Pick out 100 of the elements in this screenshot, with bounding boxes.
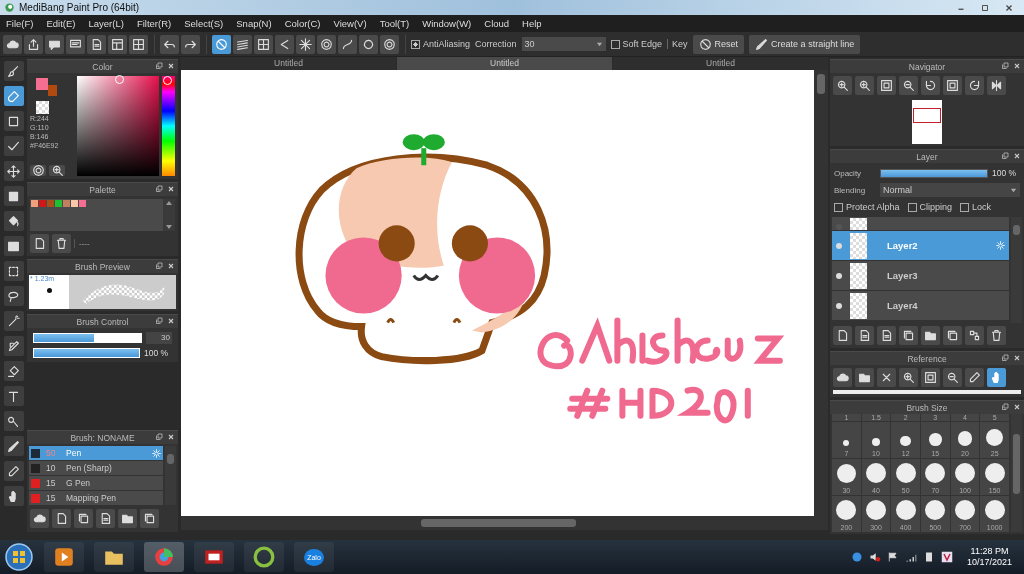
layer-item[interactable]: Layer4 xyxy=(832,291,1009,320)
paint-bucket-button[interactable] xyxy=(3,211,24,231)
magnifier-button[interactable] xyxy=(49,165,65,176)
popout-icon[interactable] xyxy=(1001,354,1009,362)
grid-button[interactable] xyxy=(129,34,148,54)
visibility-dot[interactable] xyxy=(836,272,842,279)
move-button[interactable] xyxy=(3,161,24,181)
zoom-out-button[interactable] xyxy=(899,76,918,95)
clock[interactable]: 11:28 PM 10/17/2021 xyxy=(958,546,1020,568)
popout-icon[interactable] xyxy=(155,62,163,70)
scrollbar[interactable] xyxy=(1011,217,1022,323)
visibility-dot[interactable] xyxy=(836,302,842,309)
page-button[interactable] xyxy=(87,34,106,54)
palette-swatch[interactable] xyxy=(47,200,54,207)
canvas[interactable] xyxy=(181,70,814,516)
merge-button[interactable] xyxy=(965,326,984,345)
eyedropper-button[interactable] xyxy=(3,461,24,481)
menu-item[interactable]: Select(S) xyxy=(184,18,224,29)
slash-circle-button[interactable] xyxy=(212,34,231,54)
checkbox[interactable] xyxy=(907,202,917,212)
layer-item[interactable]: Layer3 xyxy=(832,261,1009,290)
eraser-button[interactable] xyxy=(3,86,24,106)
magic-wand-button[interactable] xyxy=(3,311,24,331)
menu-item[interactable]: Color(C) xyxy=(284,18,321,29)
copy-button[interactable] xyxy=(943,326,962,345)
background-color-swatch[interactable] xyxy=(48,85,57,96)
document-tab[interactable]: Untitled xyxy=(613,57,828,70)
cloud-button[interactable] xyxy=(30,509,49,528)
rotate-left-button[interactable] xyxy=(921,76,940,95)
grid-button[interactable] xyxy=(254,34,273,54)
folder-button[interactable] xyxy=(855,368,874,387)
reset-button[interactable]: Reset xyxy=(692,34,745,54)
start-orb-icon[interactable] xyxy=(4,542,34,572)
brush-size-field[interactable]: 30 xyxy=(146,332,172,344)
close-icon[interactable] xyxy=(167,262,175,270)
scrollbar[interactable] xyxy=(165,446,176,505)
close-icon[interactable] xyxy=(167,317,175,325)
brush-size-slider[interactable] xyxy=(33,333,142,343)
selection-pen-button[interactable] xyxy=(3,336,24,356)
trash-button[interactable] xyxy=(987,326,1006,345)
popout-icon[interactable] xyxy=(155,262,163,270)
ring-button[interactable] xyxy=(359,34,378,54)
menu-item[interactable]: Layer(L) xyxy=(88,18,124,29)
checkbox[interactable] xyxy=(411,39,420,49)
layout-button[interactable] xyxy=(108,34,127,54)
polyline-button[interactable] xyxy=(3,136,24,156)
popout-icon[interactable] xyxy=(1001,62,1009,70)
checkbox[interactable] xyxy=(834,202,843,212)
chat-bubble-icon[interactable] xyxy=(850,551,863,563)
straight-line-button[interactable]: Create a straight line xyxy=(749,34,861,54)
menu-item[interactable]: Edit(E) xyxy=(46,18,76,29)
palette-swatch[interactable] xyxy=(63,200,70,207)
visibility-dot[interactable] xyxy=(836,242,842,249)
palette-swatch[interactable] xyxy=(71,200,78,207)
menu-item[interactable]: Snap(N) xyxy=(236,18,272,29)
add-layer-button[interactable] xyxy=(899,326,918,345)
brush-button[interactable] xyxy=(3,61,24,81)
zoom-out-button[interactable] xyxy=(943,368,962,387)
v-logo-icon[interactable] xyxy=(940,551,953,563)
chevron-button[interactable] xyxy=(275,34,294,54)
scrollbar[interactable] xyxy=(1011,414,1022,532)
transparent-swatch[interactable] xyxy=(36,101,49,114)
layer-opacity-slider[interactable] xyxy=(880,168,988,178)
gradient-button[interactable] xyxy=(3,236,24,256)
filled-square-button[interactable] xyxy=(3,186,24,206)
hand-button[interactable] xyxy=(3,486,24,506)
horizontal-scrollbar[interactable] xyxy=(181,516,828,530)
palette-swatch[interactable] xyxy=(79,200,86,207)
lasso-button[interactable] xyxy=(3,286,24,306)
parallel-lines-button[interactable] xyxy=(233,34,252,54)
folder-icon[interactable] xyxy=(94,542,134,572)
layer-item[interactable]: Layer2 xyxy=(832,231,1009,260)
speech-bubble-button[interactable] xyxy=(45,34,64,54)
page-button[interactable] xyxy=(877,326,896,345)
page-button[interactable] xyxy=(96,509,115,528)
up-arrow-icon[interactable] xyxy=(165,199,173,207)
game-app-icon[interactable] xyxy=(194,542,234,572)
checkbox[interactable] xyxy=(610,39,620,49)
copy-button[interactable] xyxy=(140,509,159,528)
pointer-button[interactable] xyxy=(3,411,24,431)
close-icon[interactable] xyxy=(167,62,175,70)
close-icon[interactable] xyxy=(1013,62,1021,70)
close-icon[interactable] xyxy=(167,185,175,193)
comment-button[interactable] xyxy=(66,34,85,54)
menu-item[interactable]: Help xyxy=(522,18,542,29)
foreground-color-swatch[interactable] xyxy=(36,78,48,90)
burst-button[interactable] xyxy=(296,34,315,54)
new-page-button[interactable] xyxy=(30,234,49,253)
saturation-value-picker[interactable] xyxy=(77,76,159,176)
cloud-button[interactable] xyxy=(3,34,22,54)
media-player-icon[interactable] xyxy=(44,542,84,572)
square-button[interactable] xyxy=(3,111,24,131)
fit-button[interactable] xyxy=(943,76,962,95)
folder-button[interactable] xyxy=(921,326,940,345)
close-icon[interactable] xyxy=(1004,2,1014,13)
redo-button[interactable] xyxy=(181,34,200,54)
menu-item[interactable]: View(V) xyxy=(333,18,367,29)
popout-icon[interactable] xyxy=(1001,403,1009,411)
zoom-in-button[interactable] xyxy=(833,76,852,95)
menu-item[interactable]: Window(W) xyxy=(422,18,472,29)
